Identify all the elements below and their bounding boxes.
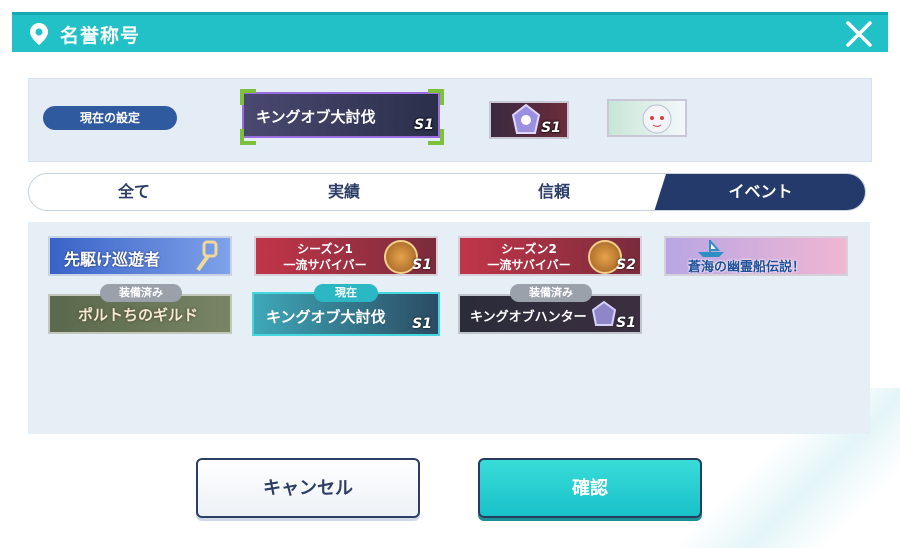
location-pin-icon — [30, 23, 48, 45]
equipped-tag: 装備済み — [510, 284, 592, 302]
current-frame-season: S1 — [541, 120, 561, 136]
selection-corner-bl — [240, 129, 256, 145]
title-item[interactable]: 先駆け巡遊者 — [48, 236, 232, 276]
cancel-button[interactable]: キャンセル — [196, 458, 420, 518]
title-item-season: S1 — [412, 257, 432, 273]
ship-icon — [698, 240, 724, 257]
tab-all[interactable]: 全て — [29, 174, 239, 210]
title-item-label: 蒼海の幽霊船伝説！ — [688, 260, 806, 275]
title-bar: 名誉称号 — [12, 12, 888, 52]
current-setting-label: 現在の設定 — [43, 106, 177, 130]
title-item[interactable]: 蒼海の幽霊船伝説！ — [664, 236, 848, 276]
crystal-emblem-icon — [511, 103, 541, 134]
current-avatar-badge[interactable] — [607, 99, 687, 137]
title-item-label: キングオブハンター — [470, 310, 587, 325]
title-item-season: S1 — [412, 316, 432, 332]
tab-achievements[interactable]: 実績 — [239, 174, 449, 210]
title-item-label: キングオブ大討伐 — [266, 308, 386, 326]
equipped-tag: 装備済み — [100, 284, 182, 302]
tab-event[interactable]: イベント — [654, 174, 865, 210]
key-icon — [196, 240, 218, 272]
current-title-text: キングオブ大討伐 — [256, 108, 376, 126]
title-item[interactable]: シーズン2 一流サバイバー S2 — [458, 236, 642, 276]
title-item-season: S1 — [616, 315, 636, 331]
confirm-button[interactable]: 確認 — [478, 458, 702, 518]
title-item-season: S2 — [616, 257, 636, 273]
close-icon[interactable] — [844, 19, 874, 49]
title-item-label: 先駆け巡遊者 — [64, 250, 161, 269]
title-list-panel: 先駆け巡遊者 シーズン1 一流サバイバー S1 シーズン2 一流サバイバー S2… — [28, 222, 870, 434]
current-frame-badge[interactable]: S1 — [489, 101, 569, 139]
title-item-label: シーズン1 一流サバイバー — [283, 242, 367, 272]
crystal-emblem-icon — [591, 300, 617, 326]
title-item-label: ポルトちのギルド — [78, 306, 199, 324]
current-title-badge[interactable]: キングオブ大討伐 S1 — [242, 92, 440, 138]
selection-corner-tr — [428, 89, 444, 105]
tab-trust[interactable]: 信頼 — [449, 174, 659, 210]
current-tag: 現在 — [314, 284, 378, 302]
current-setting-panel: 現在の設定 キングオブ大討伐 S1 S1 — [28, 78, 872, 162]
dialog-title: 名誉称号 — [60, 25, 141, 47]
title-item[interactable]: シーズン1 一流サバイバー S1 — [254, 236, 438, 276]
title-dialog: 名誉称号 現在の設定 キングオブ大討伐 S1 S1 全て 実績 信頼 イベント … — [0, 0, 900, 548]
category-tabs: 全て 実績 信頼 イベント — [28, 173, 866, 211]
selection-corner-br — [428, 129, 444, 145]
character-portrait-icon — [642, 104, 672, 134]
selection-corner-tl — [240, 89, 256, 105]
title-item-label: シーズン2 一流サバイバー — [487, 242, 571, 272]
